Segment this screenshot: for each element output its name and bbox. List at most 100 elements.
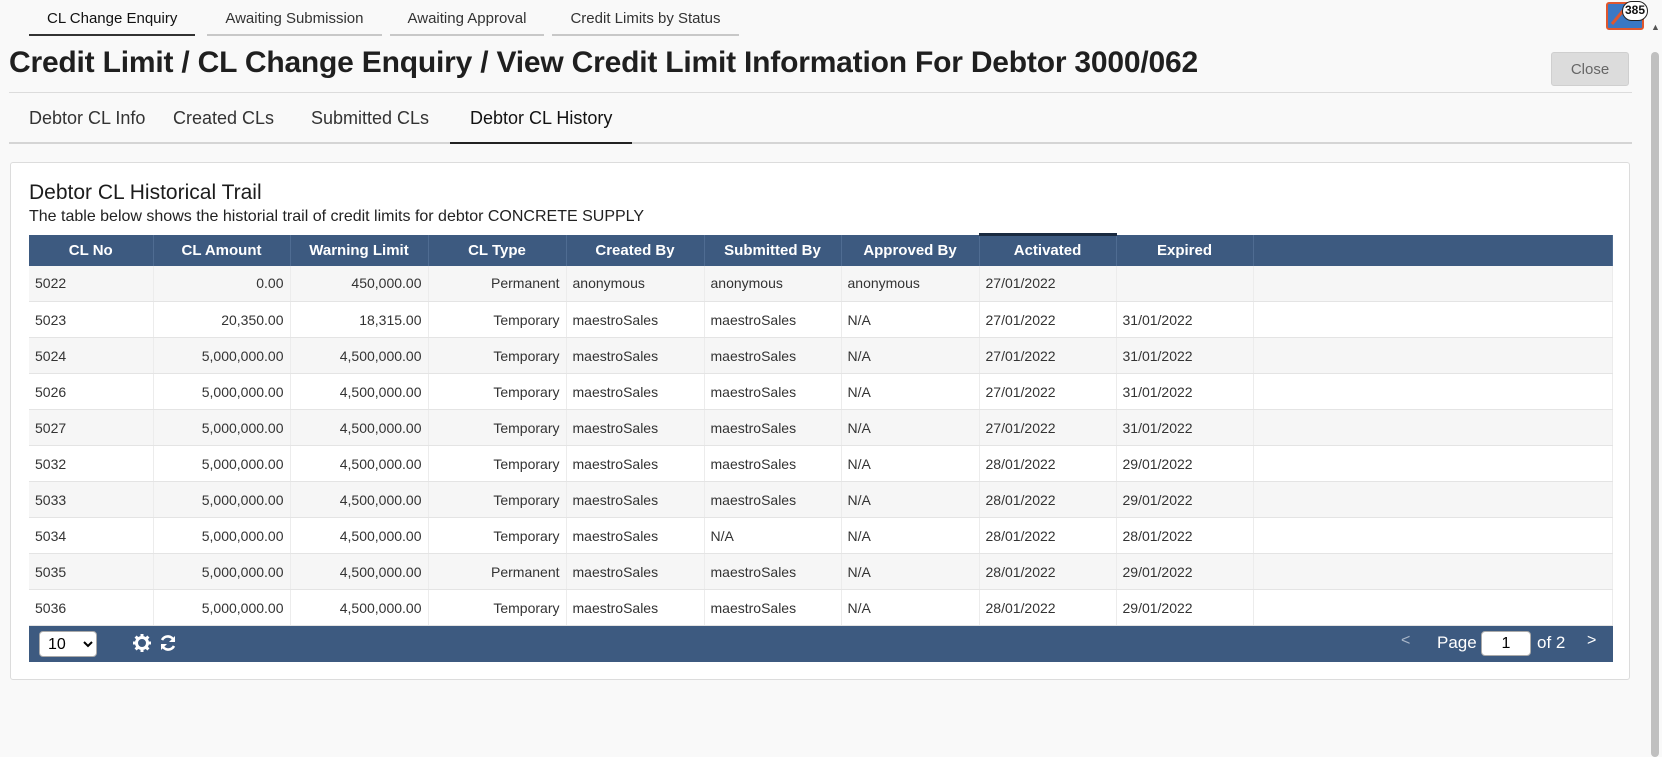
page-scrollbar[interactable] <box>1651 52 1659 757</box>
table-cell: 28/01/2022 <box>979 517 1117 554</box>
table-row[interactable]: 5035 5,000,000.00 4,500,000.00 Permanent mae… <box>29 553 1613 590</box>
column-header-warning-limit[interactable]: Warning Limit <box>290 234 429 266</box>
table-cell: maestroSales <box>566 337 705 374</box>
table-cell: 4,500,000.00 <box>290 589 429 626</box>
table-cell: 4,500,000.00 <box>290 409 429 446</box>
table-cell-filler <box>1253 481 1613 518</box>
table-cell: Temporary <box>428 301 567 338</box>
column-header-created-by[interactable]: Created By <box>566 234 705 266</box>
table-cell: 29/01/2022 <box>1116 553 1254 590</box>
table-cell: maestroSales <box>566 517 705 554</box>
table-cell: Permanent <box>428 553 567 590</box>
table-row[interactable]: 5034 5,000,000.00 4,500,000.00 Temporary mae… <box>29 517 1613 554</box>
table-cell: 4,500,000.00 <box>290 553 429 590</box>
history-grid: CL No CL Amount Warning Limit CL Type Cr… <box>29 233 1613 662</box>
table-cell: 5024 <box>29 337 154 374</box>
table-cell: N/A <box>841 301 980 338</box>
top-tab-bar: CL Change Enquiry Awaiting Submission Aw… <box>29 4 747 36</box>
table-cell: maestroSales <box>566 445 705 482</box>
page-label: Page <box>1437 633 1477 652</box>
table-row[interactable]: 5022 0.00 450,000.00 Permanent anonymous anon… <box>29 265 1613 302</box>
column-header-cl-type[interactable]: CL Type <box>428 234 567 266</box>
table-cell: 28/01/2022 <box>979 445 1117 482</box>
table-row[interactable]: 5024 5,000,000.00 4,500,000.00 Temporary mae… <box>29 337 1613 374</box>
table-cell: N/A <box>841 337 980 374</box>
top-tab-credit-limits-by-status[interactable]: Credit Limits by Status <box>552 4 739 36</box>
next-page-button[interactable]: > <box>1587 632 1596 650</box>
table-cell: 28/01/2022 <box>979 481 1117 518</box>
table-cell: maestroSales <box>704 553 842 590</box>
refresh-icon[interactable] <box>157 631 179 655</box>
table-cell: maestroSales <box>566 481 705 518</box>
table-cell: Temporary <box>428 589 567 626</box>
table-cell: 5,000,000.00 <box>153 481 291 518</box>
table-cell: 0.00 <box>153 265 291 302</box>
page-size-select[interactable]: 10 <box>39 631 97 657</box>
card-title: Debtor CL Historical Trail <box>29 181 262 204</box>
table-row[interactable]: 5026 5,000,000.00 4,500,000.00 Temporary mae… <box>29 373 1613 410</box>
table-cell: anonymous <box>704 265 842 302</box>
table-cell: 27/01/2022 <box>979 301 1117 338</box>
table-cell <box>1116 265 1254 302</box>
table-cell-filler <box>1253 445 1613 482</box>
top-tab-awaiting-approval[interactable]: Awaiting Approval <box>389 4 545 36</box>
sub-tab-bar: Debtor CL Info Created CLs Submitted CLs… <box>9 94 1632 144</box>
previous-page-button[interactable]: < <box>1401 632 1410 650</box>
table-row[interactable]: 5033 5,000,000.00 4,500,000.00 Temporary mae… <box>29 481 1613 518</box>
table-body: 5022 0.00 450,000.00 Permanent anonymous anon… <box>29 265 1613 626</box>
tab-submitted-cls[interactable]: Submitted CLs <box>291 94 449 144</box>
table-cell: 5033 <box>29 481 154 518</box>
column-header-expired[interactable]: Expired <box>1116 234 1254 266</box>
table-row[interactable]: 5023 20,350.00 18,315.00 Temporary maestroSa… <box>29 301 1613 338</box>
table-cell: 27/01/2022 <box>979 265 1117 302</box>
card-description: The table below shows the historial trai… <box>29 208 645 225</box>
title-divider <box>9 92 1632 93</box>
table-cell: maestroSales <box>704 445 842 482</box>
table-cell: anonymous <box>566 265 705 302</box>
table-cell-filler <box>1253 337 1613 374</box>
table-row[interactable]: 5032 5,000,000.00 4,500,000.00 Temporary mae… <box>29 445 1613 482</box>
history-card: Debtor CL Historical Trail The table bel… <box>10 162 1630 680</box>
scroll-up-arrow-icon[interactable]: ▲ <box>1651 22 1660 38</box>
table-cell: 5026 <box>29 373 154 410</box>
column-header-activated[interactable]: Activated <box>979 233 1117 266</box>
table-cell: 4,500,000.00 <box>290 481 429 518</box>
tab-debtor-cl-info[interactable]: Debtor CL Info <box>9 94 165 144</box>
page-title: Credit Limit / CL Change Enquiry / View … <box>9 46 1198 79</box>
table-cell: 5022 <box>29 265 154 302</box>
table-cell: 18,315.00 <box>290 301 429 338</box>
table-cell: 5,000,000.00 <box>153 445 291 482</box>
table-cell: maestroSales <box>704 409 842 446</box>
column-header-filler <box>1253 234 1613 266</box>
table-cell: 5036 <box>29 589 154 626</box>
table-cell: 27/01/2022 <box>979 373 1117 410</box>
top-tab-awaiting-submission[interactable]: Awaiting Submission <box>207 4 382 36</box>
current-page-input[interactable] <box>1481 631 1531 656</box>
history-table: CL No CL Amount Warning Limit CL Type Cr… <box>29 233 1613 626</box>
notification-button[interactable]: 385 <box>1606 1 1648 30</box>
column-header-approved-by[interactable]: Approved By <box>841 234 980 266</box>
table-cell: 29/01/2022 <box>1116 445 1254 482</box>
table-cell: N/A <box>704 517 842 554</box>
table-header-row: CL No CL Amount Warning Limit CL Type Cr… <box>29 233 1613 266</box>
table-cell: 29/01/2022 <box>1116 481 1254 518</box>
tab-debtor-cl-history[interactable]: Debtor CL History <box>450 94 632 144</box>
table-row[interactable]: 5036 5,000,000.00 4,500,000.00 Temporary mae… <box>29 589 1613 626</box>
column-header-submitted-by[interactable]: Submitted By <box>704 234 842 266</box>
gear-icon[interactable] <box>131 631 153 655</box>
table-cell: Temporary <box>428 337 567 374</box>
table-cell: maestroSales <box>566 301 705 338</box>
table-cell: N/A <box>841 517 980 554</box>
column-header-cl-amount[interactable]: CL Amount <box>153 234 291 266</box>
table-cell: anonymous <box>841 265 980 302</box>
top-tab-cl-change-enquiry[interactable]: CL Change Enquiry <box>29 4 196 36</box>
table-cell: maestroSales <box>704 301 842 338</box>
close-button[interactable]: Close <box>1551 52 1629 86</box>
tab-created-cls[interactable]: Created CLs <box>153 94 294 144</box>
table-cell: maestroSales <box>704 481 842 518</box>
table-cell: Temporary <box>428 445 567 482</box>
table-cell: 5,000,000.00 <box>153 373 291 410</box>
table-row[interactable]: 5027 5,000,000.00 4,500,000.00 Temporary mae… <box>29 409 1613 446</box>
table-cell: 5032 <box>29 445 154 482</box>
column-header-cl-no[interactable]: CL No <box>29 234 154 266</box>
